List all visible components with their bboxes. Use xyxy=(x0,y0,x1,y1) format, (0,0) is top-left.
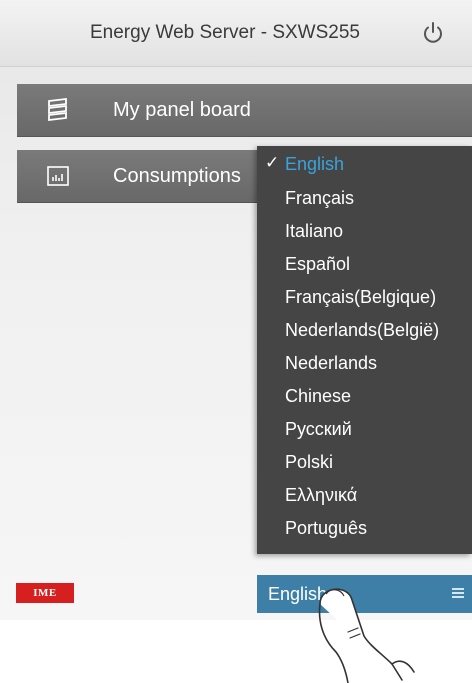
app-window: Energy Web Server - SXWS255 My panel boa… xyxy=(0,0,472,620)
language-option-francais[interactable]: Français xyxy=(257,182,472,214)
menu-handle-icon xyxy=(452,588,464,600)
language-dropdown: ✓ English Français Italiano Español Fran… xyxy=(257,146,472,554)
language-option-italiano[interactable]: Italiano xyxy=(257,215,472,247)
ime-logo: IME xyxy=(16,583,74,603)
logo-text: IME xyxy=(33,587,57,599)
language-option-francais-belgique[interactable]: Français(Belgique) xyxy=(257,281,472,313)
menu-item-label: Consumptions xyxy=(113,165,241,187)
language-option-nederlands-belgie[interactable]: Nederlands(België) xyxy=(257,314,472,346)
language-option-espanol[interactable]: Español xyxy=(257,248,472,280)
language-option-russian[interactable]: Русский xyxy=(257,413,472,445)
power-icon xyxy=(424,22,442,43)
header-bar: Energy Web Server - SXWS255 xyxy=(0,0,472,67)
language-option-english[interactable]: ✓ English xyxy=(257,148,472,180)
checkmark-icon: ✓ xyxy=(265,153,280,172)
menu-item-my-panel-board[interactable]: My panel board xyxy=(17,84,472,137)
panel-board-icon xyxy=(45,97,71,123)
power-button[interactable] xyxy=(418,18,448,48)
language-select[interactable]: English xyxy=(257,575,472,613)
language-option-portugues[interactable]: Português xyxy=(257,512,472,544)
language-option-greek[interactable]: Ελληνικά xyxy=(257,479,472,511)
language-option-polski[interactable]: Polski xyxy=(257,446,472,478)
page-title: Energy Web Server - SXWS255 xyxy=(90,22,360,43)
bar-chart-icon xyxy=(45,163,71,189)
language-option-nederlands[interactable]: Nederlands xyxy=(257,347,472,379)
language-option-chinese[interactable]: Chinese xyxy=(257,380,472,412)
language-select-value: English xyxy=(268,584,328,604)
menu-item-label: My panel board xyxy=(113,99,251,121)
